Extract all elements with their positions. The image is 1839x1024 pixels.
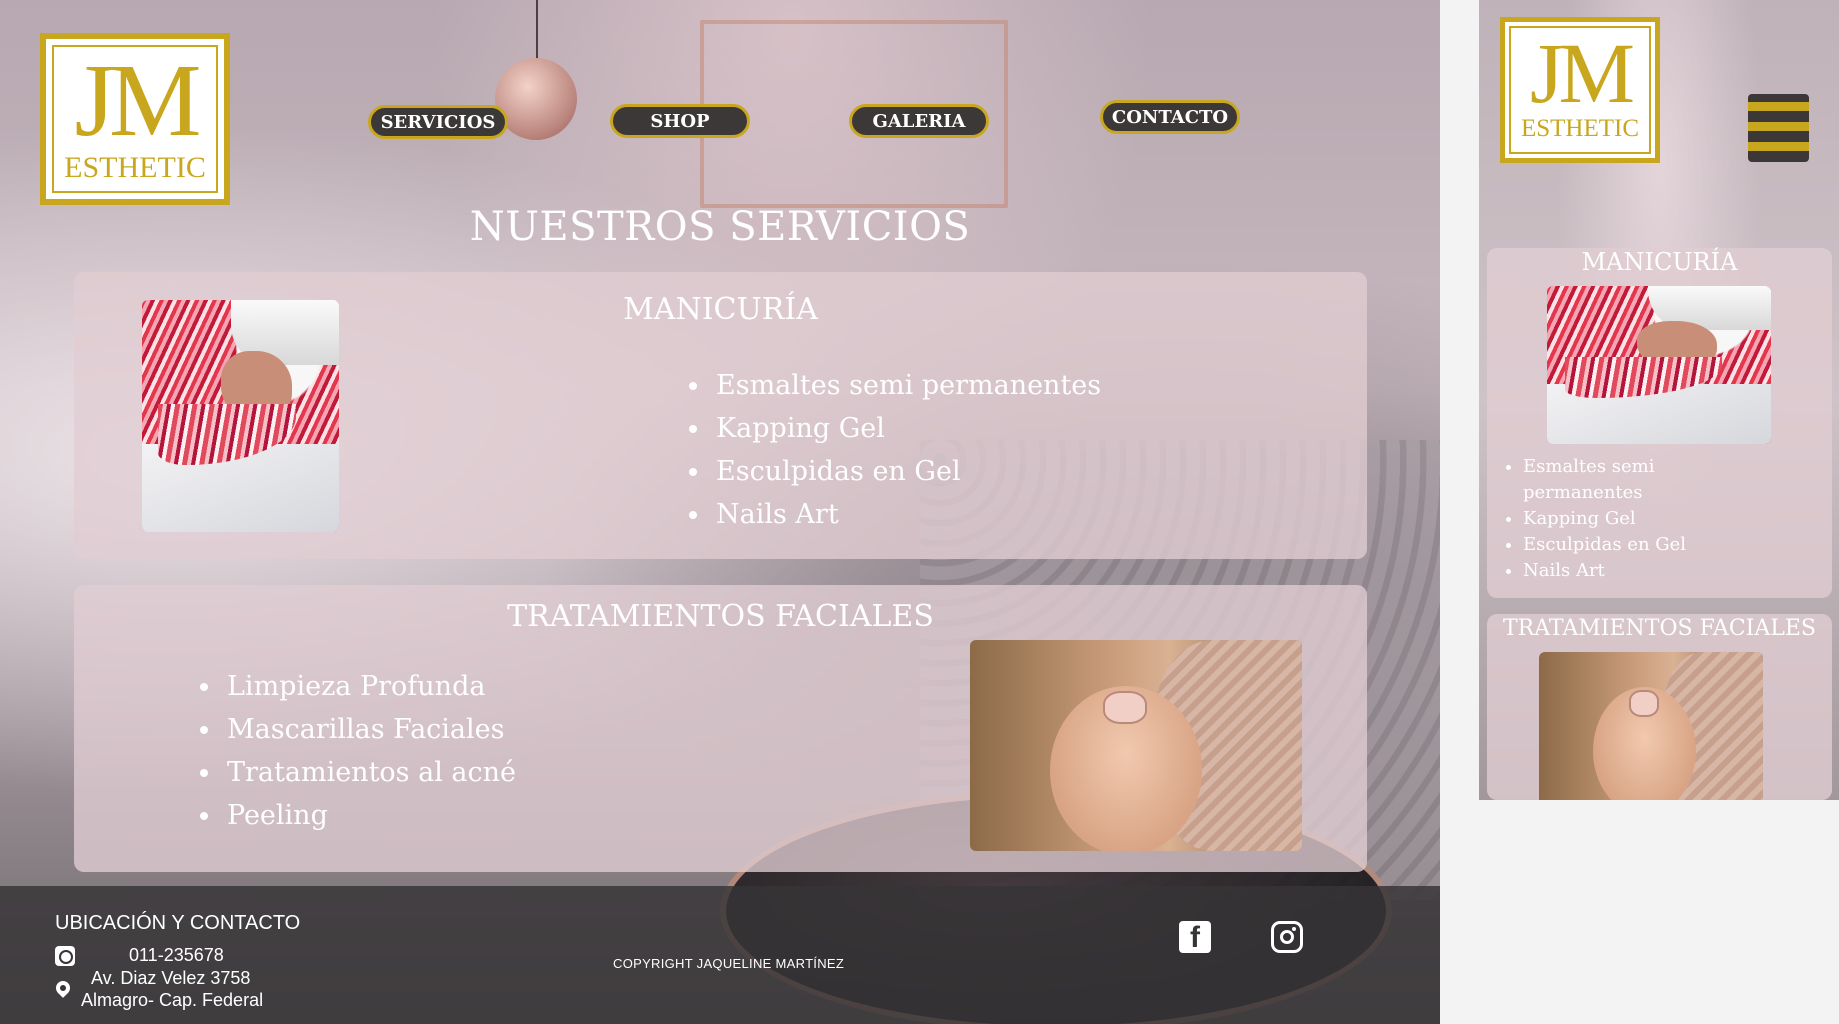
location-pin-icon [53,978,73,998]
facebook-icon[interactable]: f [1179,921,1211,953]
service-title: MANICURÍA [1581,248,1738,276]
list-item: Esculpidas en Gel [1523,532,1763,558]
service-title: TRATAMIENTOS FACIALES [507,599,934,634]
facial-photo [970,640,1302,851]
nav-shop-button[interactable]: SHOP [610,104,750,138]
footer-address-line1: Av. Diaz Velez 3758 [91,968,251,988]
list-item: Nails Art [712,493,1101,536]
service-list: Limpieza Profunda Mascarillas Faciales T… [193,665,516,837]
service-card-faciales: TRATAMIENTOS FACIALES Limpieza Profunda … [74,585,1367,872]
brand-logo[interactable]: JM ESTHETIC [40,33,230,205]
list-item: Esmaltes semi permanentes [1523,454,1763,506]
background-lamp [495,58,577,140]
logo-subtitle: ESTHETIC [64,151,206,184]
mobile-brand-logo[interactable]: JM ESTHETIC [1500,17,1660,163]
list-item: Peeling [223,794,516,837]
list-item: Esculpidas en Gel [712,450,1101,493]
logo-frame: JM ESTHETIC [1509,26,1651,154]
footer-phone[interactable]: 011-235678 [129,945,224,966]
page-title: NUESTROS SERVICIOS [469,204,971,250]
nails-photo [1547,286,1771,444]
list-item: Kapping Gel [712,407,1101,450]
logo-frame: JM ESTHETIC [52,45,218,193]
service-list: Esmaltes semi permanentes Kapping Gel Es… [1501,454,1763,584]
list-item: Nails Art [1523,558,1763,584]
list-item: Limpieza Profunda [223,665,516,708]
footer: UBICACIÓN Y CONTACTO 011-235678 Av. Diaz… [0,886,1440,1024]
hamburger-icon[interactable] [1748,94,1809,162]
nav-servicios-button[interactable]: SERVICIOS [368,105,508,139]
list-item: Mascarillas Faciales [223,708,516,751]
list-item: Tratamientos al acné [223,751,516,794]
logo-initials: JM [74,43,202,158]
mobile-service-card-manicuria: MANICURÍA Esmaltes semi permanentes Kapp… [1487,248,1832,598]
footer-title: UBICACIÓN Y CONTACTO [55,912,301,934]
background-lamp-wire [536,0,538,60]
nails-photo [142,300,339,532]
list-item: Esmaltes semi permanentes [712,364,1101,407]
whatsapp-icon [55,946,75,966]
facial-photo [1539,652,1763,800]
list-item: Kapping Gel [1523,506,1763,532]
footer-address-line2: Almagro- Cap. Federal [81,990,264,1010]
mobile-preview: JM ESTHETIC MANICURÍA Esmaltes semi perm… [1479,0,1839,800]
mobile-service-card-faciales: TRATAMIENTOS FACIALES [1487,614,1832,800]
desktop-page: JM ESTHETIC SERVICIOS SHOP GALERIA CONTA… [0,0,1440,1024]
footer-copyright: COPYRIGHT JAQUELINE MARTÍNEZ [613,956,845,971]
service-title: TRATAMIENTOS FACIALES [1503,616,1816,641]
service-list: Esmaltes semi permanentes Kapping Gel Es… [682,364,1101,536]
logo-subtitle: ESTHETIC [1520,115,1640,142]
nav-contacto-button[interactable]: CONTACTO [1100,100,1240,134]
service-card-manicuria: MANICURÍA Esmaltes semi permanentes Kapp… [74,272,1367,559]
nav-galeria-button[interactable]: GALERIA [849,104,989,138]
service-title: MANICURÍA [623,292,818,327]
logo-initials: JM [1530,25,1635,121]
instagram-icon[interactable] [1271,921,1303,953]
